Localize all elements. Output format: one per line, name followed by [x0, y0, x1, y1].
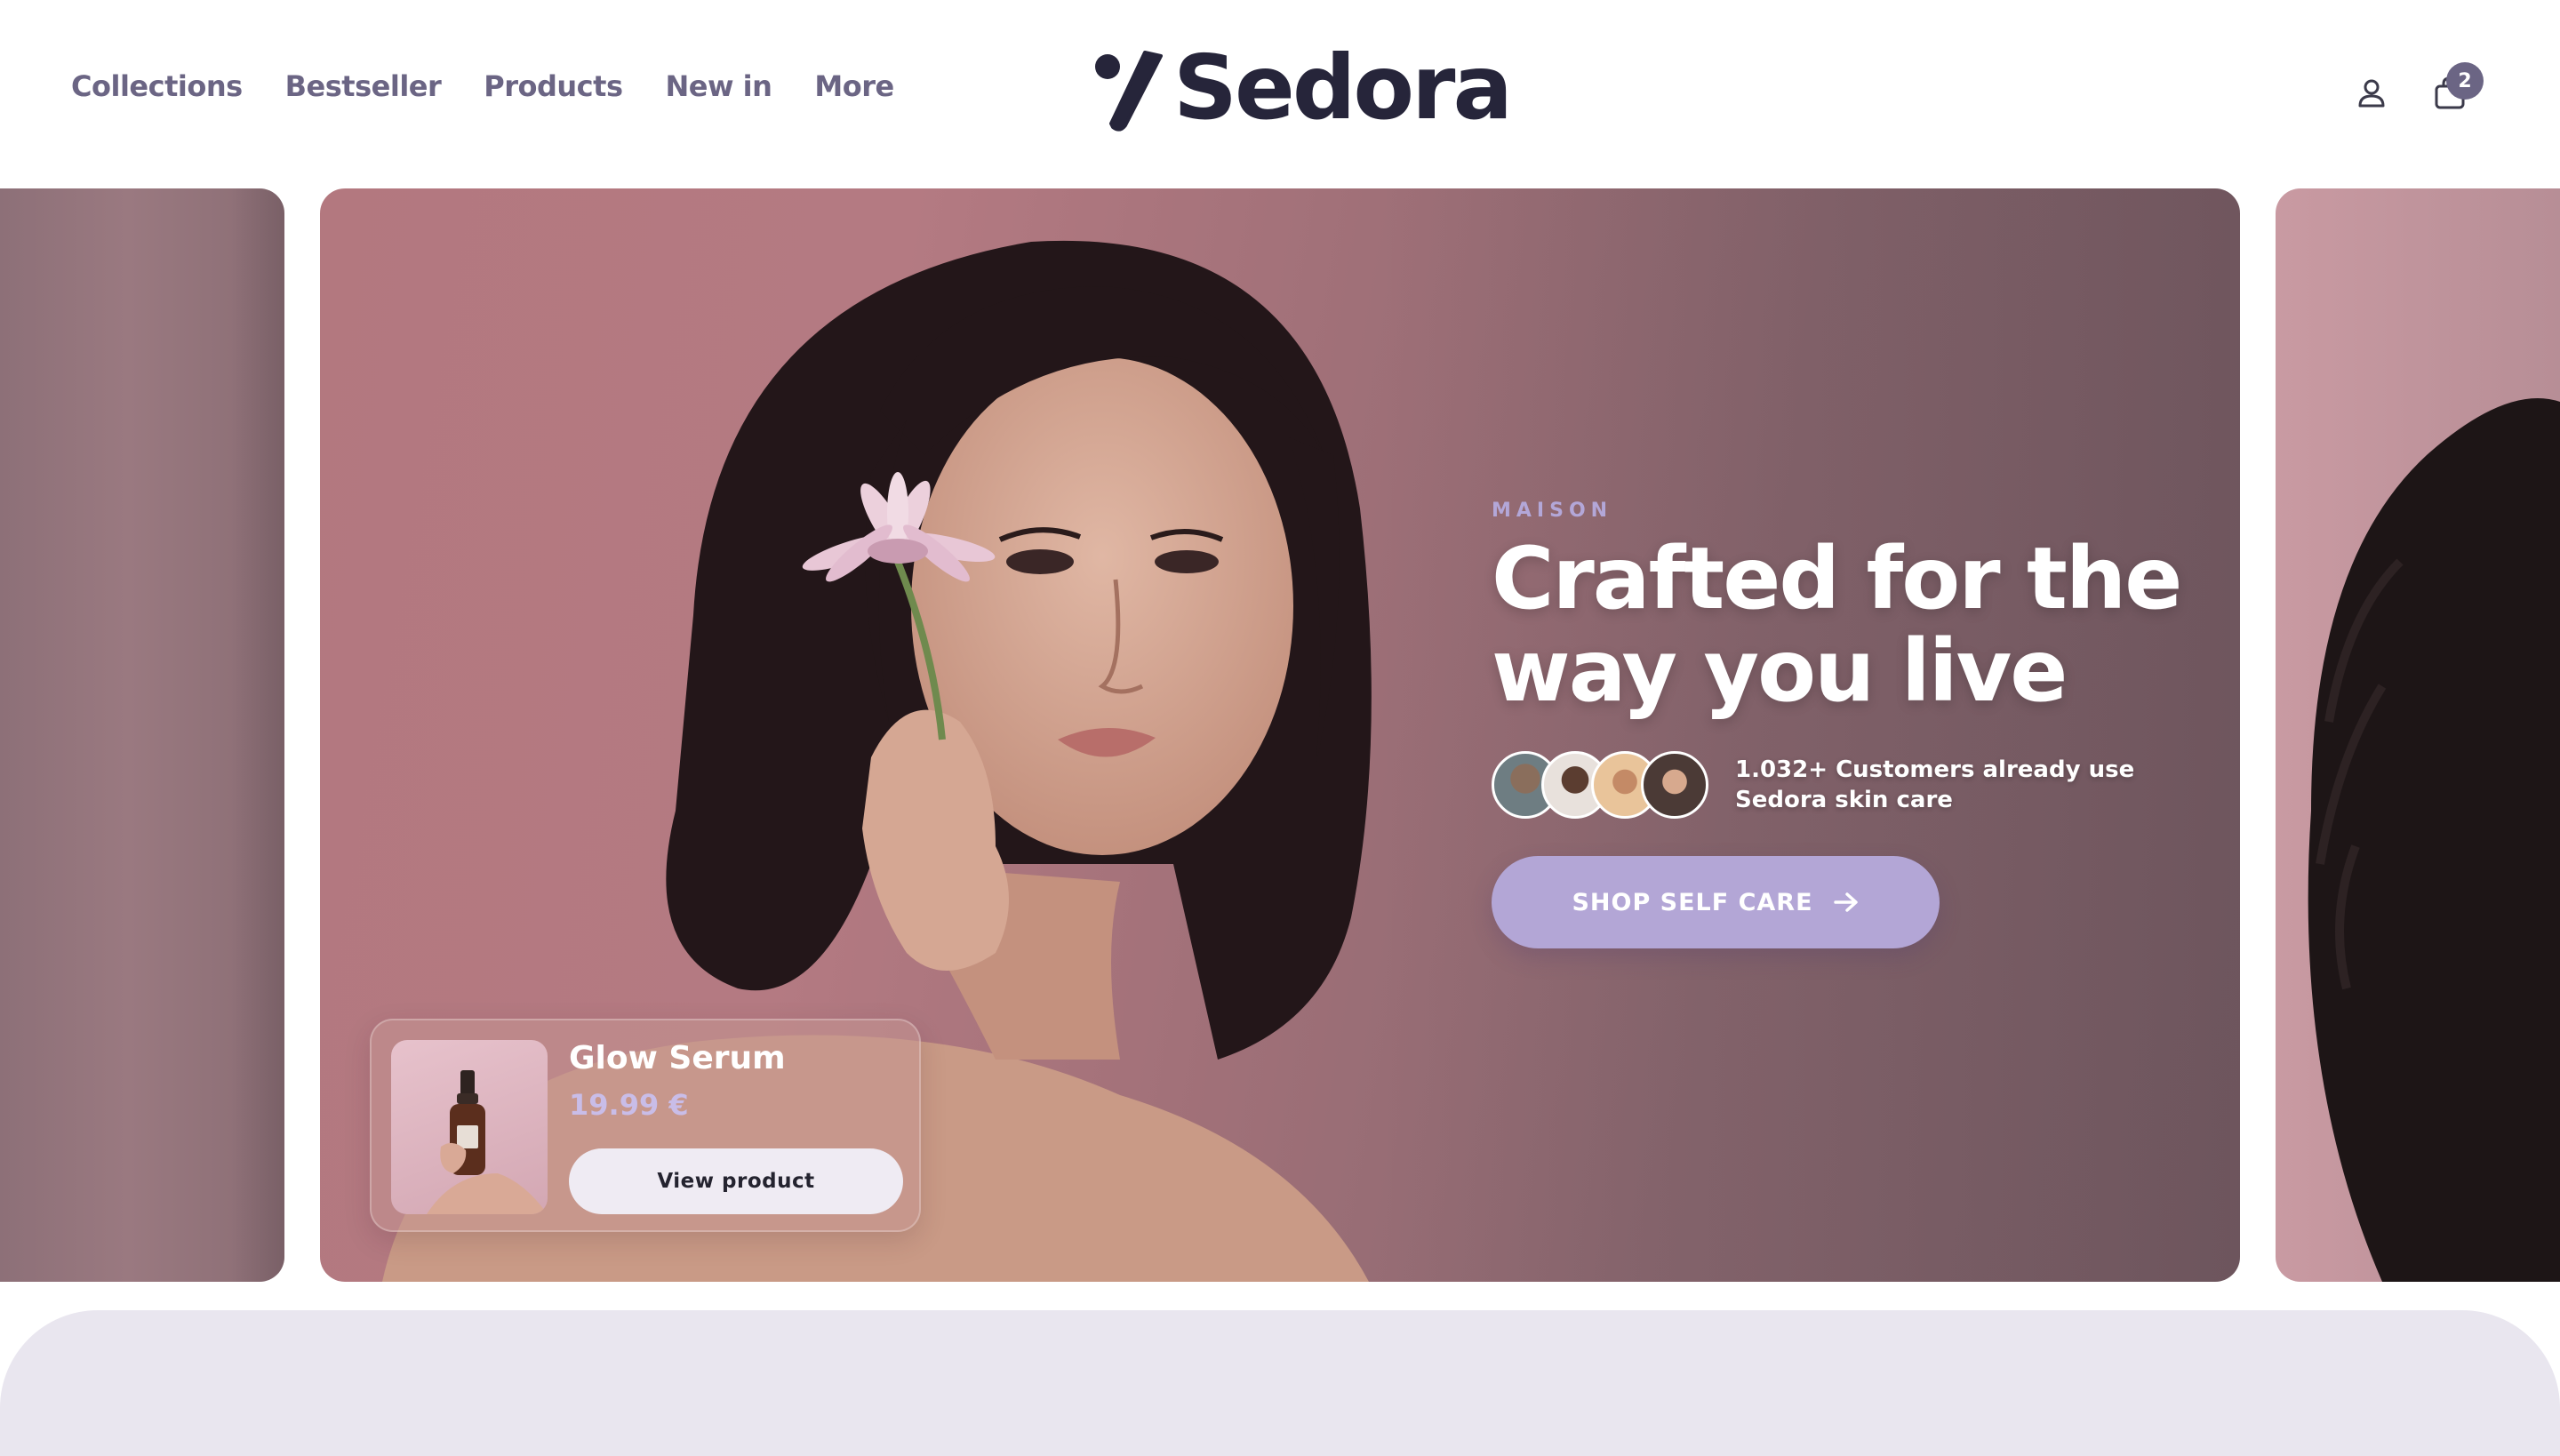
- view-product-button[interactable]: View product: [569, 1148, 903, 1214]
- carousel-slide-next[interactable]: [2276, 188, 2560, 1282]
- hero-copy: MAISON Crafted for the way you live 1.03…: [1492, 500, 2185, 948]
- customer-avatar-4: [1641, 751, 1708, 819]
- user-icon: [2358, 79, 2385, 108]
- hero-headline: Crafted for the way you live: [1492, 532, 2185, 717]
- arrow-right-icon: [1833, 892, 1858, 912]
- serum-bottle-image: [427, 1070, 548, 1214]
- brand-mark-icon: [1095, 51, 1163, 132]
- brand-name: Sedora: [1173, 36, 1513, 140]
- product-price: 19.99 €: [569, 1088, 689, 1122]
- account-button[interactable]: [2350, 71, 2393, 114]
- product-image: [391, 1040, 548, 1214]
- cart-count-badge: 2: [2446, 62, 2484, 100]
- brand-logo[interactable]: Sedora: [1093, 36, 1513, 140]
- nav-new-in[interactable]: New in: [665, 69, 772, 103]
- carousel-slide-previous[interactable]: [0, 188, 284, 1282]
- nav-bestseller[interactable]: Bestseller: [285, 69, 442, 103]
- featured-product-card: Glow Serum 19.99 € View product: [370, 1019, 921, 1232]
- hero-headline-line-1: Crafted for the: [1492, 529, 2182, 628]
- cta-label: SHOP SELF CARE: [1572, 888, 1813, 916]
- nav-more[interactable]: More: [814, 69, 894, 103]
- product-name: Glow Serum: [569, 1040, 786, 1076]
- hero-slide: MAISON Crafted for the way you live 1.03…: [320, 188, 2240, 1282]
- social-proof: 1.032+ Customers already use Sedora skin…: [1492, 751, 2185, 819]
- hero-headline-line-2: way you live: [1492, 621, 2068, 721]
- next-slide-photo: [2308, 398, 2560, 1282]
- main-nav: Collections Bestseller Products New in M…: [71, 69, 894, 103]
- nav-products[interactable]: Products: [484, 69, 623, 103]
- hero-eyebrow: MAISON: [1492, 500, 1613, 522]
- social-proof-text: 1.032+ Customers already use Sedora skin…: [1735, 756, 2135, 813]
- next-section-panel: [0, 1310, 2560, 1456]
- nav-collections[interactable]: Collections: [71, 69, 243, 103]
- site-header: Collections Bestseller Products New in M…: [0, 0, 2560, 188]
- shop-self-care-button[interactable]: SHOP SELF CARE: [1492, 856, 1940, 948]
- customer-avatars: [1492, 751, 1708, 819]
